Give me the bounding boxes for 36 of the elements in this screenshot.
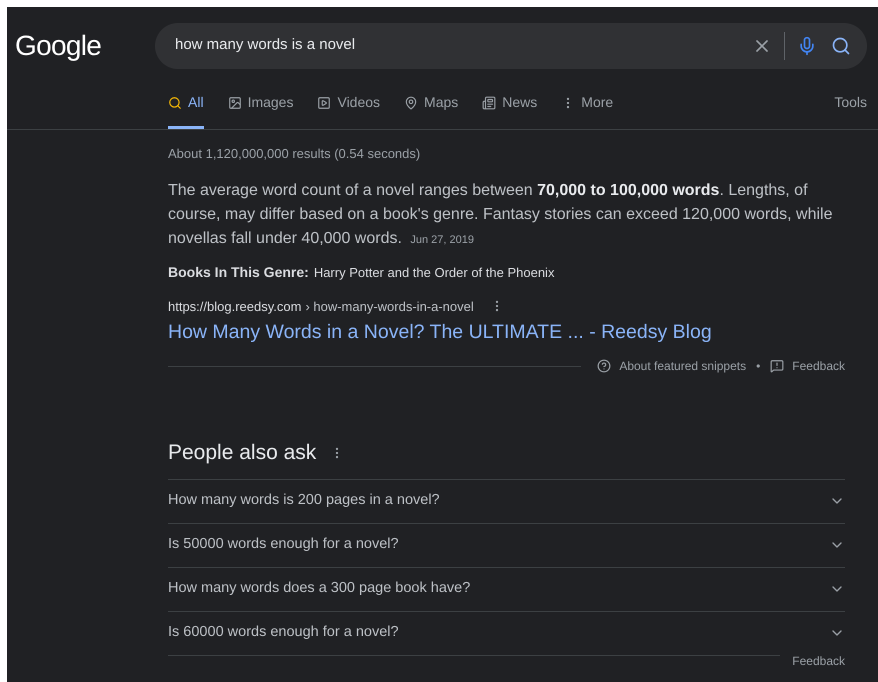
snippet-text: The average word count of a novel ranges between 70,000 to 100,000 words. Lengths, of course, may differ based on a book's genre. Fantasy stories can exceed 120,000 words, while novellas fall under 40,000 words. Jun 27, 2019: [168, 180, 834, 248]
separator-dot: •: [756, 358, 760, 376]
genre-value[interactable]: Harry Potter and the Order of the Phoenix: [314, 262, 554, 282]
about-snippets-link[interactable]: About featured snippets: [619, 357, 746, 376]
tools-button[interactable]: Tools: [834, 92, 867, 129]
image-icon: [228, 96, 242, 110]
search-icon[interactable]: [831, 36, 851, 56]
people-also-ask-heading: People also ask: [168, 440, 316, 466]
newspaper-icon: [482, 96, 496, 110]
question-text: Is 60000 words enough for a novel?: [168, 623, 400, 642]
video-icon: [317, 96, 332, 110]
search-query: how many words is a novel: [175, 35, 356, 56]
genre-label: Books In This Genre:: [168, 262, 309, 282]
feedback-link[interactable]: Feedback: [792, 357, 845, 376]
question-row[interactable]: Is 50000 words enough for a novel?: [168, 522, 845, 567]
question-text: How many words is 200 pages in a novel?: [168, 491, 441, 510]
tab[interactable]: Images: [228, 92, 294, 129]
tab[interactable]: Videos: [317, 92, 380, 129]
question-text: How many words does a 300 page book have?: [168, 579, 472, 598]
search-icon: [168, 96, 182, 110]
url-path: › how-many-words-in-a-novel: [305, 298, 474, 316]
google-logo[interactable]: Google: [15, 24, 155, 66]
help-icon: [597, 359, 612, 374]
tab[interactable]: More: [561, 92, 614, 129]
result-title-link[interactable]: How Many Words in a Novel? The ULTIMATE ... - Reedsy Blog: [168, 318, 845, 348]
question-text: Is 50000 words enough for a novel?: [168, 535, 400, 554]
result-url: https://blog.reedsy.com: [168, 298, 302, 316]
search-field[interactable]: how many words is a novel: [155, 22, 867, 68]
feedback-icon: [770, 359, 784, 374]
tab[interactable]: News: [482, 92, 538, 129]
question-row[interactable]: How many words does a 300 page book have?: [168, 566, 845, 611]
result-stats: About 1,120,000,000 results (0.54 seconds): [168, 145, 422, 163]
map-pin-icon: [404, 96, 418, 110]
tab[interactable]: Maps: [404, 92, 458, 129]
question-row[interactable]: How many words is 200 pages in a novel?: [168, 478, 845, 523]
tab[interactable]: All: [168, 92, 204, 129]
